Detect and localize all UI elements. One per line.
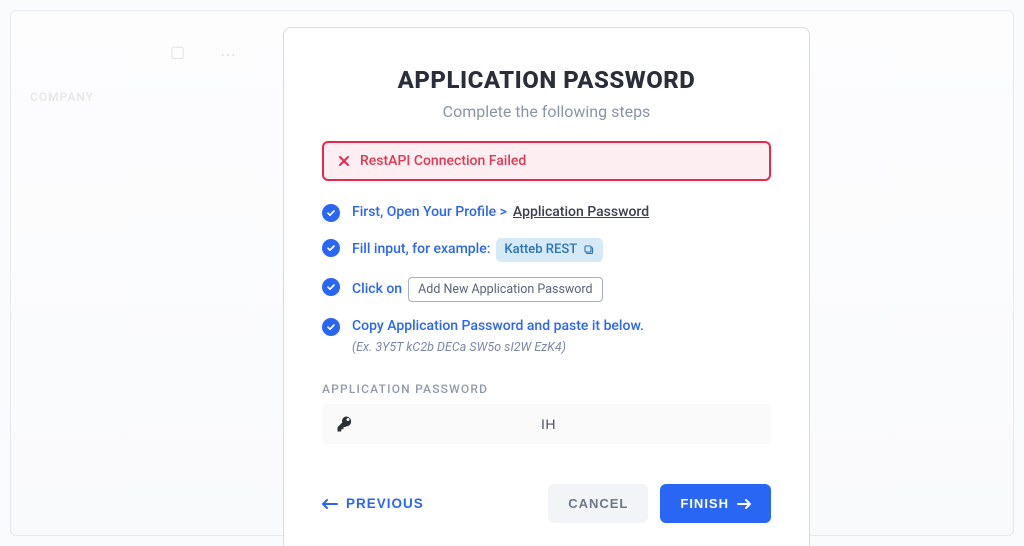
check-icon [322,318,340,336]
copy-icon [583,244,595,256]
check-icon [322,204,340,222]
finish-button[interactable]: FINISH [660,484,771,523]
bg-icon-2: ⋯ [220,45,236,64]
error-alert-text: RestAPI Connection Failed [360,153,526,169]
key-icon [336,415,354,433]
example-pill[interactable]: Katteb REST [496,238,603,262]
modal-subtitle: Complete the following steps [322,102,771,121]
cancel-button-label: CANCEL [568,496,628,511]
step-1-text: First, Open Your Profile > [352,203,507,223]
application-password-modal: APPLICATION PASSWORD Complete the follow… [283,27,810,546]
cancel-button[interactable]: CANCEL [548,484,648,523]
step-2-text: Fill input, for example: [352,240,490,260]
step-4-text: Copy Application Password and paste it b… [352,318,644,334]
step-3: Click on Add New Application Password [322,277,771,303]
add-new-application-password-example: Add New Application Password [408,277,602,303]
password-field-label: APPLICATION PASSWORD [322,382,771,396]
step-4-example: (Ex. 3Y5T kC2b DECa SW5o sI2W EzK4) [352,339,644,357]
arrow-right-icon [737,499,751,509]
previous-button-label: PREVIOUS [346,496,424,511]
check-icon [322,278,340,296]
application-password-input[interactable] [364,416,757,432]
step-1: First, Open Your Profile > Application P… [322,203,771,223]
bg-icon-1: ▢ [170,42,185,61]
close-icon [338,155,350,167]
step-2: Fill input, for example: Katteb REST [322,238,771,262]
application-password-link[interactable]: Application Password [513,203,649,223]
modal-footer: PREVIOUS CANCEL FINISH [322,484,771,523]
arrow-left-icon [322,498,338,510]
password-input-wrap[interactable] [322,404,771,444]
step-3-text: Click on [352,280,402,300]
bg-sidebar-label: COMPANY [30,90,94,104]
error-alert: RestAPI Connection Failed [322,141,771,181]
previous-button[interactable]: PREVIOUS [322,496,424,511]
step-4: Copy Application Password and paste it b… [322,317,771,356]
check-icon [322,239,340,257]
modal-title: APPLICATION PASSWORD [322,66,771,94]
example-pill-label: Katteb REST [504,241,577,259]
finish-button-label: FINISH [680,496,729,511]
